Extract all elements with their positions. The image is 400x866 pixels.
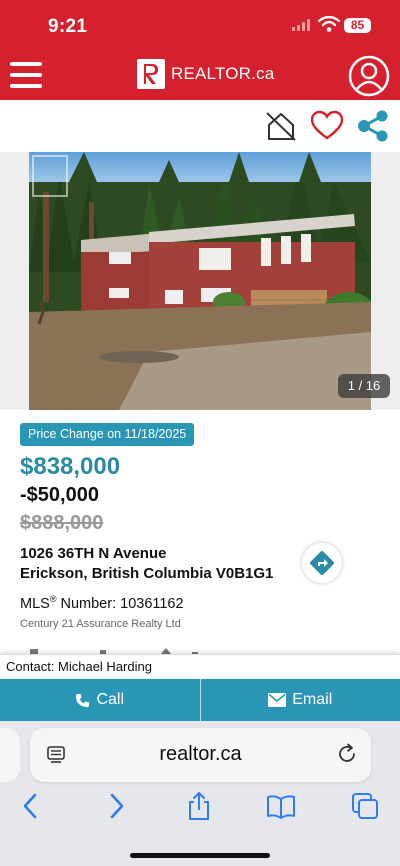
signal-icon — [292, 19, 310, 31]
contact-name: Contact: Michael Harding — [6, 659, 152, 674]
share-icon[interactable] — [356, 110, 390, 142]
photo-counter: 1 / 16 — [338, 374, 390, 398]
contact-bar: Contact: Michael Harding — [0, 654, 400, 678]
home-indicator — [130, 853, 270, 858]
status-bar: 9:21 85 — [0, 0, 400, 46]
bookmarks-icon[interactable] — [266, 791, 296, 821]
price-change-badge: Price Change on 11/18/2025 — [20, 423, 195, 446]
directions-button[interactable] — [302, 543, 342, 583]
hide-listing-icon[interactable] — [264, 110, 298, 142]
heart-icon[interactable] — [310, 110, 344, 142]
listing-actions — [0, 100, 400, 152]
menu-icon[interactable] — [10, 62, 42, 88]
url-text: realtor.ca — [159, 743, 242, 765]
brand-name: REALTOR.ca — [171, 64, 275, 83]
share-safari-icon[interactable] — [184, 791, 214, 821]
photo-carousel[interactable] — [0, 152, 400, 410]
mls-number: MLS® Number: 10361162 — [20, 594, 184, 612]
phone-icon — [76, 693, 90, 707]
photo-watermark — [32, 155, 68, 197]
brokerage-name: Century 21 Assurance Realty Ltd — [20, 618, 181, 630]
email-button[interactable]: Email — [199, 679, 400, 721]
call-label: Call — [96, 691, 125, 708]
profile-icon[interactable] — [348, 55, 390, 97]
battery-indicator: 85 — [344, 18, 371, 33]
reload-icon[interactable] — [336, 743, 358, 765]
listing-price: $838,000 — [20, 453, 121, 480]
address-city: Erickson, British Columbia V0B1G1 — [20, 565, 274, 582]
mls-label: MLS — [20, 595, 50, 612]
mls-value: Number: 10361162 — [56, 595, 184, 612]
browser-toolbar: realtor.ca — [0, 721, 400, 866]
realtor-logo-mark — [137, 59, 165, 89]
previous-price: $888,000 — [20, 512, 104, 534]
address-bar[interactable]: realtor.ca — [30, 728, 371, 782]
contact-buttons: Call Email — [0, 679, 400, 721]
back-icon[interactable] — [16, 791, 46, 821]
realtor-logo[interactable]: REALTOR.ca — [137, 59, 274, 89]
previous-tab-preview[interactable] — [0, 728, 20, 782]
price-difference: -$50,000 — [20, 484, 99, 506]
call-button[interactable]: Call — [0, 679, 200, 721]
listing-photo[interactable] — [29, 152, 371, 410]
address-street: 1026 36TH N Avenue — [20, 545, 167, 562]
mail-icon — [268, 693, 287, 707]
status-time: 9:21 — [48, 16, 88, 37]
wifi-icon — [318, 16, 340, 32]
email-label: Email — [292, 691, 333, 708]
forward-icon[interactable] — [101, 791, 131, 821]
directions-icon — [310, 551, 334, 575]
tabs-icon[interactable] — [350, 791, 380, 821]
